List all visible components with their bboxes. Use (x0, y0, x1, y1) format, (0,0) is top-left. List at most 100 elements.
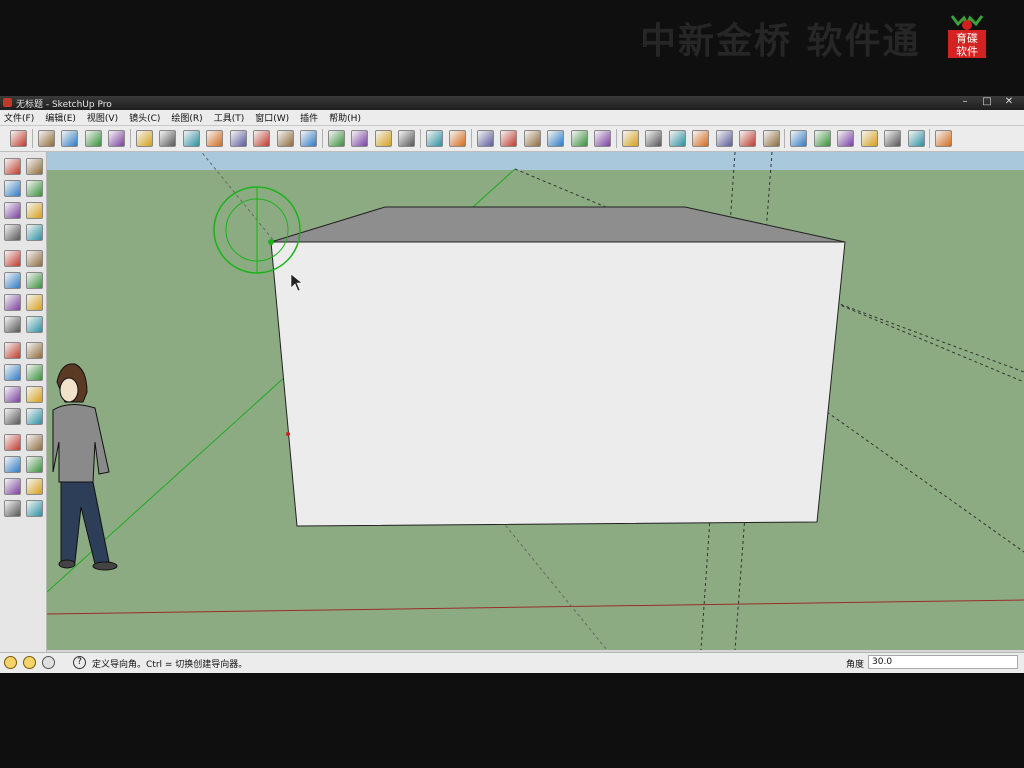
toolbar-separator (31, 129, 33, 148)
menu-camera[interactable]: 镜头(C) (129, 111, 160, 124)
look-around-icon[interactable] (26, 478, 43, 495)
menu-bar: 文件(F) 编辑(E) 视图(V) 镜头(C) 绘图(R) 工具(T) 窗口(W… (0, 110, 1024, 126)
status-hint: 定义导向角。Ctrl = 切换创建导向器。 (92, 660, 248, 670)
push-pull-icon[interactable] (229, 130, 247, 147)
menu-tools[interactable]: 工具(T) (214, 111, 245, 124)
scale-icon[interactable] (4, 316, 21, 333)
toolbar-separator (321, 129, 323, 148)
next-view-icon[interactable] (449, 130, 466, 147)
toggle-terrain-icon[interactable] (500, 130, 517, 147)
monochrome-icon[interactable] (907, 130, 925, 147)
xray-icon[interactable] (790, 130, 807, 147)
eraser-icon[interactable] (26, 180, 43, 197)
section-icon[interactable] (935, 130, 952, 147)
zoom-extents-icon[interactable] (398, 130, 415, 147)
box-front-face[interactable] (270, 241, 846, 527)
rotate-icon[interactable] (4, 294, 21, 311)
previous-icon[interactable] (26, 456, 43, 473)
offset-icon[interactable] (300, 130, 317, 147)
push-pull-icon[interactable] (26, 272, 43, 289)
back-view-icon[interactable] (739, 130, 756, 147)
geo-location-icon[interactable] (4, 656, 17, 669)
menu-view[interactable]: 视图(V) (87, 111, 118, 124)
section-plane-icon[interactable] (26, 500, 43, 517)
left-view-icon[interactable] (762, 130, 780, 147)
shaded-textures-icon[interactable] (884, 130, 901, 147)
select-icon[interactable] (4, 158, 21, 175)
position-camera-icon[interactable] (4, 478, 21, 495)
minimize-button[interactable]: – (954, 96, 976, 107)
menu-draw[interactable]: 绘图(R) (171, 111, 202, 124)
select-icon[interactable] (10, 130, 27, 147)
make-component-icon[interactable] (26, 158, 43, 175)
arc-icon[interactable] (108, 130, 125, 147)
window-title: 无标题 - SketchUp Pro (16, 100, 112, 110)
status-bar: ? 定义导向角。Ctrl = 切换创建导向器。 角度 30.0 (0, 652, 1024, 673)
close-button[interactable]: ✕ (998, 96, 1020, 107)
circle-icon[interactable] (4, 224, 21, 241)
orbit-icon[interactable] (327, 130, 345, 147)
toolbar-separator (470, 129, 472, 148)
zoom-icon[interactable] (374, 130, 392, 147)
drawing-viewport[interactable] (47, 152, 1024, 650)
eraser-icon[interactable] (159, 130, 176, 147)
arc-icon[interactable] (26, 224, 43, 241)
share-component-icon[interactable] (594, 130, 611, 147)
add-location-icon[interactable] (476, 130, 494, 147)
rectangle-icon[interactable] (61, 130, 78, 147)
protractor-icon[interactable] (4, 364, 21, 381)
offset-icon[interactable] (26, 316, 43, 333)
circle-icon[interactable] (84, 130, 102, 147)
tape-measure-icon[interactable] (182, 130, 200, 147)
toolbar-separator (784, 129, 785, 148)
menu-edit[interactable]: 编辑(E) (45, 111, 76, 124)
orbit-icon[interactable] (4, 408, 21, 425)
share-model-icon[interactable] (547, 130, 564, 147)
maximize-button[interactable]: □ (976, 96, 998, 107)
zoom-window-icon[interactable] (26, 434, 43, 451)
menu-help[interactable]: 帮助(H) (329, 111, 361, 124)
top-view-icon[interactable] (668, 130, 686, 147)
menu-window[interactable]: 窗口(W) (255, 111, 289, 124)
rotate-icon[interactable] (276, 130, 294, 147)
pan-icon[interactable] (351, 130, 368, 147)
3d-text-icon[interactable] (26, 386, 43, 403)
credits-icon[interactable] (23, 656, 36, 669)
follow-me-icon[interactable] (26, 294, 43, 311)
hidden-line-icon[interactable] (837, 130, 854, 147)
follow-me-icon[interactable] (253, 130, 270, 147)
toolbar-separator (615, 129, 617, 148)
move-icon[interactable] (4, 272, 21, 289)
text-icon[interactable] (26, 364, 43, 381)
rectangle-icon[interactable] (4, 202, 21, 219)
axes-icon[interactable] (4, 386, 21, 403)
menu-file[interactable]: 文件(F) (4, 111, 34, 124)
iso-view-icon[interactable] (645, 130, 662, 147)
line-icon[interactable] (37, 130, 55, 147)
zoom-extents-icon[interactable] (4, 456, 21, 473)
paint-bucket-icon[interactable] (206, 130, 223, 147)
shaded-icon[interactable] (860, 130, 878, 147)
user-icon[interactable] (42, 656, 55, 669)
dimension-icon[interactable] (26, 342, 43, 359)
line-icon[interactable] (26, 202, 43, 219)
previous-view-icon[interactable] (425, 130, 443, 147)
photo-textures-icon[interactable] (621, 130, 639, 147)
wireframe-icon[interactable] (813, 130, 831, 147)
right-view-icon[interactable] (715, 130, 733, 147)
freehand-icon[interactable] (26, 250, 43, 267)
tape-measure-icon[interactable] (4, 342, 21, 359)
help-icon[interactable]: ? (73, 656, 86, 669)
front-view-icon[interactable] (692, 130, 709, 147)
get-models-icon[interactable] (523, 130, 541, 147)
polygon-icon[interactable] (4, 250, 21, 267)
zoom-icon[interactable] (4, 434, 21, 451)
main-toolbar (0, 126, 1024, 152)
get-models-2-icon[interactable] (570, 130, 588, 147)
vcb-input[interactable]: 30.0 (868, 655, 1018, 669)
paint-bucket-icon[interactable] (4, 180, 21, 197)
make-component-icon[interactable] (135, 130, 153, 147)
menu-plugins[interactable]: 插件 (300, 111, 318, 124)
pan-icon[interactable] (26, 408, 43, 425)
walk-icon[interactable] (4, 500, 21, 517)
